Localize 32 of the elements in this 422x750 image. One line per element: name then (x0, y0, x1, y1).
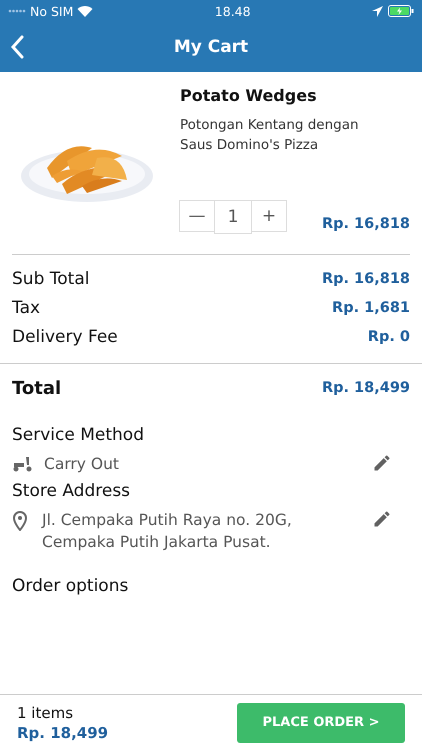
page-title: My Cart (174, 37, 248, 57)
service-method-value: Carry Out (44, 454, 120, 474)
carrier-name: No SIM (30, 4, 74, 18)
total-value: Rp. 18,499 (322, 380, 410, 396)
summary-value: Rp. 1,681 (332, 300, 410, 316)
location-pin-icon (12, 510, 28, 531)
section-heading: Service Method (12, 424, 145, 444)
edit-icon[interactable] (372, 452, 392, 472)
section-heading: Order options (11, 574, 130, 596)
footer-total: Rp. 18,499 (17, 724, 108, 742)
signal-icon (8, 9, 26, 13)
item-price: Rp. 16,818 (322, 216, 410, 232)
item-count: 1 items (17, 704, 74, 722)
product-name: Potato Wedges (180, 86, 318, 105)
summary-value: Rp. 0 (368, 328, 410, 344)
section-heading: Store Address (12, 480, 132, 501)
store-address: Jl. Cempaka Putih Raya no. 20G, Cempaka Putih Jakarta Pusat. (42, 510, 293, 554)
edit-icon[interactable] (372, 508, 392, 529)
increase-button[interactable]: + (251, 200, 287, 232)
summary-value: Rp. 16,818 (322, 270, 410, 286)
summary-label: Tax (12, 298, 40, 318)
decrease-button[interactable]: — (179, 200, 215, 232)
battery-icon (388, 5, 414, 17)
wifi-icon (77, 5, 94, 17)
clock-time: 18.48 (214, 4, 251, 18)
product-description: Potongan Kentang dengan Saus Domino's Pizza (180, 116, 360, 156)
location-icon (372, 6, 383, 16)
total-label: Total (12, 378, 62, 398)
back-icon[interactable] (10, 35, 24, 59)
quantity-value: 1 (214, 200, 252, 234)
summary-label: Delivery Fee (12, 326, 118, 346)
summary-label: Sub Total (12, 268, 90, 288)
